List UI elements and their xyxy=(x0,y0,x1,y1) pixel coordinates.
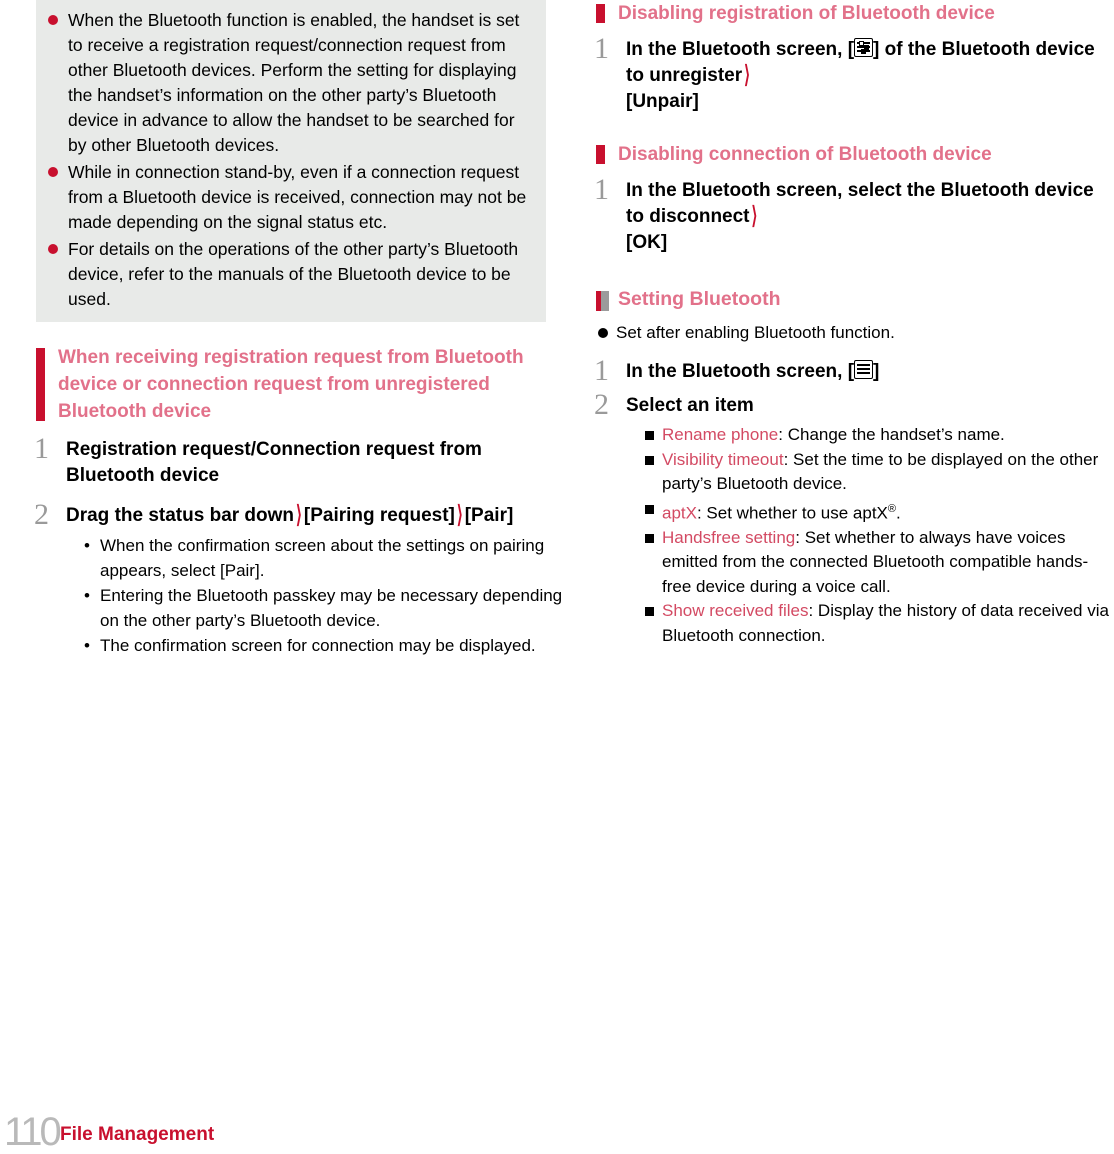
note-item: When the Bluetooth function is enabled, … xyxy=(46,8,536,158)
step-text-part-c: [Unpair] xyxy=(626,91,699,112)
arrow-icon: ⟩ xyxy=(456,501,463,529)
step-text: In the Bluetooth screen, select the Blue… xyxy=(626,178,1114,256)
section-heading-disable-registration: Disabling registration of Bluetooth devi… xyxy=(596,0,1114,27)
note-item: While in connection stand-by, even if a … xyxy=(46,160,536,235)
setting-note: Set after enabling Bluetooth function. xyxy=(596,321,1114,345)
step-number: 1 xyxy=(594,173,609,206)
registered-mark: ® xyxy=(887,502,896,515)
list-item: Show received files: Display the history… xyxy=(644,599,1114,648)
section-heading-text: Disabling connection of Bluetooth device xyxy=(618,144,992,165)
red-dot-icon xyxy=(48,15,58,25)
red-dot-icon xyxy=(48,244,58,254)
step-text-part-b: [Pairing request] xyxy=(303,505,455,526)
setting-items-list: Rename phone: Change the handset’s name.… xyxy=(626,423,1114,648)
note-text: While in connection stand-by, even if a … xyxy=(68,162,527,232)
list-item: aptX: Set whether to use aptX®. xyxy=(644,497,1114,526)
arrow-icon: ⟩ xyxy=(744,61,750,89)
footer-chapter-title: File Management xyxy=(60,1124,215,1145)
step-2: 2 Drag the status bar down ⟩ [Pairing requ… xyxy=(34,498,566,659)
step-text-part-c: [OK] xyxy=(626,232,668,253)
step-number: 1 xyxy=(594,32,609,65)
note-text: For details on the operations of the oth… xyxy=(68,239,519,309)
step-1-open-menu: 1 In the Bluetooth screen, [] xyxy=(594,354,1114,387)
section-heading-text: Setting Bluetooth xyxy=(618,288,781,310)
step-number: 2 xyxy=(594,388,609,421)
step-number: 1 xyxy=(594,354,609,387)
manual-page: When the Bluetooth function is enabled, … xyxy=(0,0,1114,1154)
step-text: Drag the status bar down ⟩ [Pairing reques… xyxy=(66,502,566,529)
settings-sliders-icon xyxy=(854,38,874,57)
menu-lines-icon xyxy=(854,360,874,379)
item-keyword: Rename phone xyxy=(662,425,779,444)
item-desc-2: . xyxy=(896,503,901,523)
step-text-part-a: In the Bluetooth screen, [ xyxy=(626,39,855,60)
step-text: Registration request/Connection request … xyxy=(66,439,482,486)
step-text-part-c: [Pair] xyxy=(464,505,514,526)
right-column: Disabling registration of Bluetooth devi… xyxy=(594,0,1114,648)
left-column: When the Bluetooth function is enabled, … xyxy=(34,0,566,659)
item-keyword: Show received files xyxy=(662,601,809,621)
step-text: Select an item xyxy=(626,395,754,416)
step-1-disconnect: 1 In the Bluetooth screen, select the Bl… xyxy=(594,173,1114,256)
bullet-item: When the confirmation screen about the s… xyxy=(84,533,566,583)
note-item: For details on the operations of the oth… xyxy=(46,237,536,312)
item-desc: : Set whether to use aptX xyxy=(696,503,888,523)
heading-bar xyxy=(36,348,45,421)
item-keyword: aptX xyxy=(662,503,697,523)
list-item: Handsfree setting: Set whether to always… xyxy=(644,526,1114,600)
section-heading-setting-bluetooth: Setting Bluetooth xyxy=(596,286,1114,313)
note-text: When the Bluetooth function is enabled, … xyxy=(68,10,520,155)
section-heading-disable-connection: Disabling connection of Bluetooth device xyxy=(596,141,1114,168)
step-text-part-a: In the Bluetooth screen, select the Blue… xyxy=(626,180,1094,227)
step-number: 1 xyxy=(34,432,49,465)
list-item: Rename phone: Change the handset’s name. xyxy=(644,423,1114,448)
step-1: 1 Registration request/Connection reques… xyxy=(34,432,566,489)
bullet-item: The confirmation screen for connection m… xyxy=(84,633,566,658)
step-text-part-b: ] xyxy=(873,361,880,382)
step-text-part-a: Drag the status bar down xyxy=(66,505,295,526)
item-keyword: Handsfree setting xyxy=(662,527,796,547)
notes-box: When the Bluetooth function is enabled, … xyxy=(36,0,546,322)
section-heading-text: Disabling registration of Bluetooth devi… xyxy=(618,3,995,24)
step-2-select-item: 2 Select an item Rename phone: Change th… xyxy=(594,388,1114,648)
step-2-bullets: When the confirmation screen about the s… xyxy=(66,533,566,658)
item-keyword: Visibility timeout xyxy=(662,449,784,469)
arrow-icon: ⟩ xyxy=(296,501,302,529)
step-1-unregister: 1 In the Bluetooth screen, [] of the Blu… xyxy=(594,32,1114,115)
arrow-icon: ⟩ xyxy=(751,202,758,230)
page-footer: 110 File Management xyxy=(0,1112,1114,1154)
step-text: In the Bluetooth screen, [] of the Bluet… xyxy=(626,37,1114,115)
step-text-part-a: In the Bluetooth screen, [ xyxy=(626,361,855,382)
step-number: 2 xyxy=(34,498,49,531)
bullet-item: Entering the Bluetooth passkey may be ne… xyxy=(84,583,566,633)
heading-bar-small xyxy=(596,291,609,311)
heading-bar xyxy=(596,145,605,164)
step-text: In the Bluetooth screen, [] xyxy=(626,359,1114,385)
section-heading-registration-request: When receiving registration request from… xyxy=(36,344,566,425)
list-item: Visibility timeout: Set the time to be d… xyxy=(644,448,1114,497)
heading-bar xyxy=(596,4,605,23)
item-desc: : Change the handset’s name. xyxy=(778,425,1005,444)
red-dot-icon xyxy=(48,167,58,177)
section-heading-text: When receiving registration request from… xyxy=(58,347,524,422)
page-number: 110 xyxy=(4,1110,62,1154)
